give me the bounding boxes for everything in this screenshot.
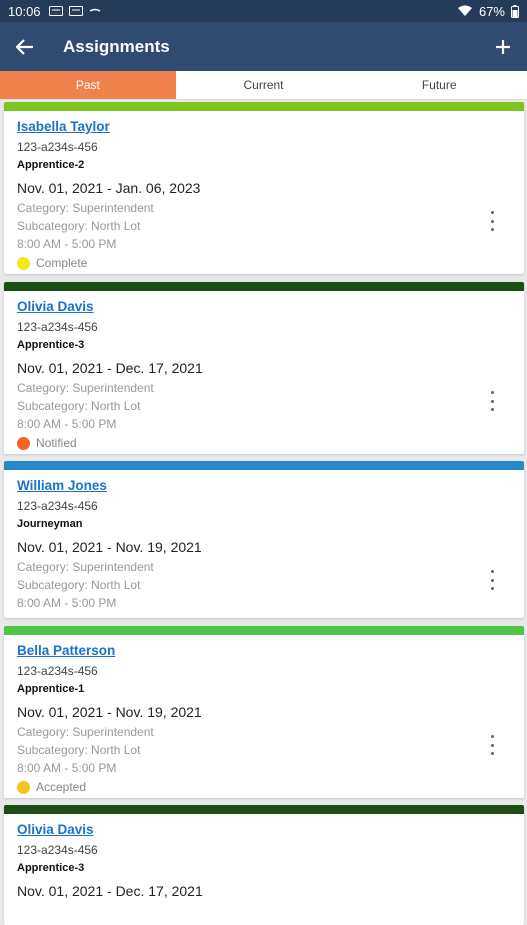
more-vertical-icon[interactable] (488, 570, 496, 590)
message-icon (48, 6, 63, 16)
subcategory: Subcategory: North Lot (17, 743, 141, 757)
tab-current[interactable]: Current (176, 71, 352, 99)
assignment-card[interactable]: Bella Patterson 123-a234s-456 Apprentice… (4, 626, 524, 798)
card-accent-bar (4, 805, 524, 814)
status-bar: 10:06 67% (0, 0, 527, 22)
status-label: Notified (36, 436, 77, 450)
tab-past[interactable]: Past (0, 71, 176, 99)
assignment-code: 123-a234s-456 (17, 664, 98, 678)
date-range: Nov. 01, 2021 - Nov. 19, 2021 (17, 704, 202, 720)
date-range: Nov. 01, 2021 - Dec. 17, 2021 (17, 360, 203, 376)
assignment-code: 123-a234s-456 (17, 140, 98, 154)
add-assignment-button[interactable] (483, 22, 523, 71)
more-vertical-icon[interactable] (488, 735, 496, 755)
subcategory: Subcategory: North Lot (17, 578, 141, 592)
back-button[interactable] (0, 22, 50, 71)
category: Category: Superintendent (17, 381, 154, 395)
category: Category: Superintendent (17, 560, 154, 574)
status-label: Complete (36, 256, 88, 270)
assignment-card[interactable]: Olivia Davis 123-a234s-456 Apprentice-3 … (4, 805, 524, 925)
assignee-name-link[interactable]: Olivia Davis (17, 821, 524, 839)
assignee-name-link[interactable]: William Jones (17, 477, 524, 495)
assignment-code: 123-a234s-456 (17, 843, 98, 857)
assignee-name-link[interactable]: Olivia Davis (17, 298, 524, 316)
assignee-name-link[interactable]: Isabella Taylor (17, 118, 524, 136)
page-title: Assignments (63, 36, 170, 56)
date-range: Nov. 01, 2021 - Nov. 19, 2021 (17, 539, 202, 555)
card-accent-bar (4, 461, 524, 470)
battery-icon (511, 4, 519, 18)
assignee-name-link[interactable]: Bella Patterson (17, 642, 524, 660)
date-range: Nov. 01, 2021 - Dec. 17, 2021 (17, 883, 203, 899)
date-range: Nov. 01, 2021 - Jan. 06, 2023 (17, 180, 201, 196)
status-badge: Notified (17, 434, 524, 452)
status-label: Accepted (36, 780, 87, 794)
subcategory: Subcategory: North Lot (17, 399, 141, 413)
category: Category: Superintendent (17, 725, 154, 739)
notification-icons (48, 6, 101, 16)
status-time: 10:06 (8, 3, 41, 19)
minus-icon (89, 8, 100, 12)
status-dot (17, 256, 30, 270)
shift-hours: 8:00 AM - 5:00 PM (17, 417, 117, 431)
assignee-role: Apprentice-3 (17, 862, 85, 874)
card-accent-bar (4, 626, 524, 635)
status-dot (17, 436, 30, 450)
tab-bar: Past Current Future (0, 71, 527, 100)
plus-icon (496, 39, 510, 54)
message-icon (68, 6, 83, 16)
battery-level: 67% (478, 3, 505, 19)
assignment-card[interactable]: Olivia Davis 123-a234s-456 Apprentice-3 … (4, 282, 524, 454)
assignee-role: Apprentice-2 (17, 159, 85, 171)
app-bar: Assignments (0, 22, 527, 71)
shift-hours: 8:00 AM - 5:00 PM (17, 237, 117, 251)
status-dot (17, 780, 30, 794)
wifi-icon (457, 5, 472, 16)
shift-hours: 8:00 AM - 5:00 PM (17, 596, 117, 610)
tab-future[interactable]: Future (351, 71, 527, 99)
assignment-card[interactable]: William Jones 123-a234s-456 Journeyman N… (4, 461, 524, 618)
assignee-role: Apprentice-1 (17, 683, 85, 695)
category: Category: Superintendent (17, 201, 154, 215)
more-vertical-icon[interactable] (488, 391, 496, 411)
assignment-code: 123-a234s-456 (17, 499, 98, 513)
assignment-card[interactable]: Isabella Taylor 123-a234s-456 Apprentice… (4, 102, 524, 274)
assignment-code: 123-a234s-456 (17, 320, 98, 334)
card-accent-bar (4, 102, 524, 111)
assignee-role: Journeyman (17, 518, 83, 530)
more-vertical-icon[interactable] (488, 211, 496, 231)
arrow-left-icon (16, 38, 33, 55)
card-accent-bar (4, 282, 524, 291)
shift-hours: 8:00 AM - 5:00 PM (17, 761, 117, 775)
subcategory: Subcategory: North Lot (17, 219, 141, 233)
status-badge: Accepted (17, 778, 524, 796)
assignee-role: Apprentice-3 (17, 339, 85, 351)
status-badge: Complete (17, 254, 524, 272)
